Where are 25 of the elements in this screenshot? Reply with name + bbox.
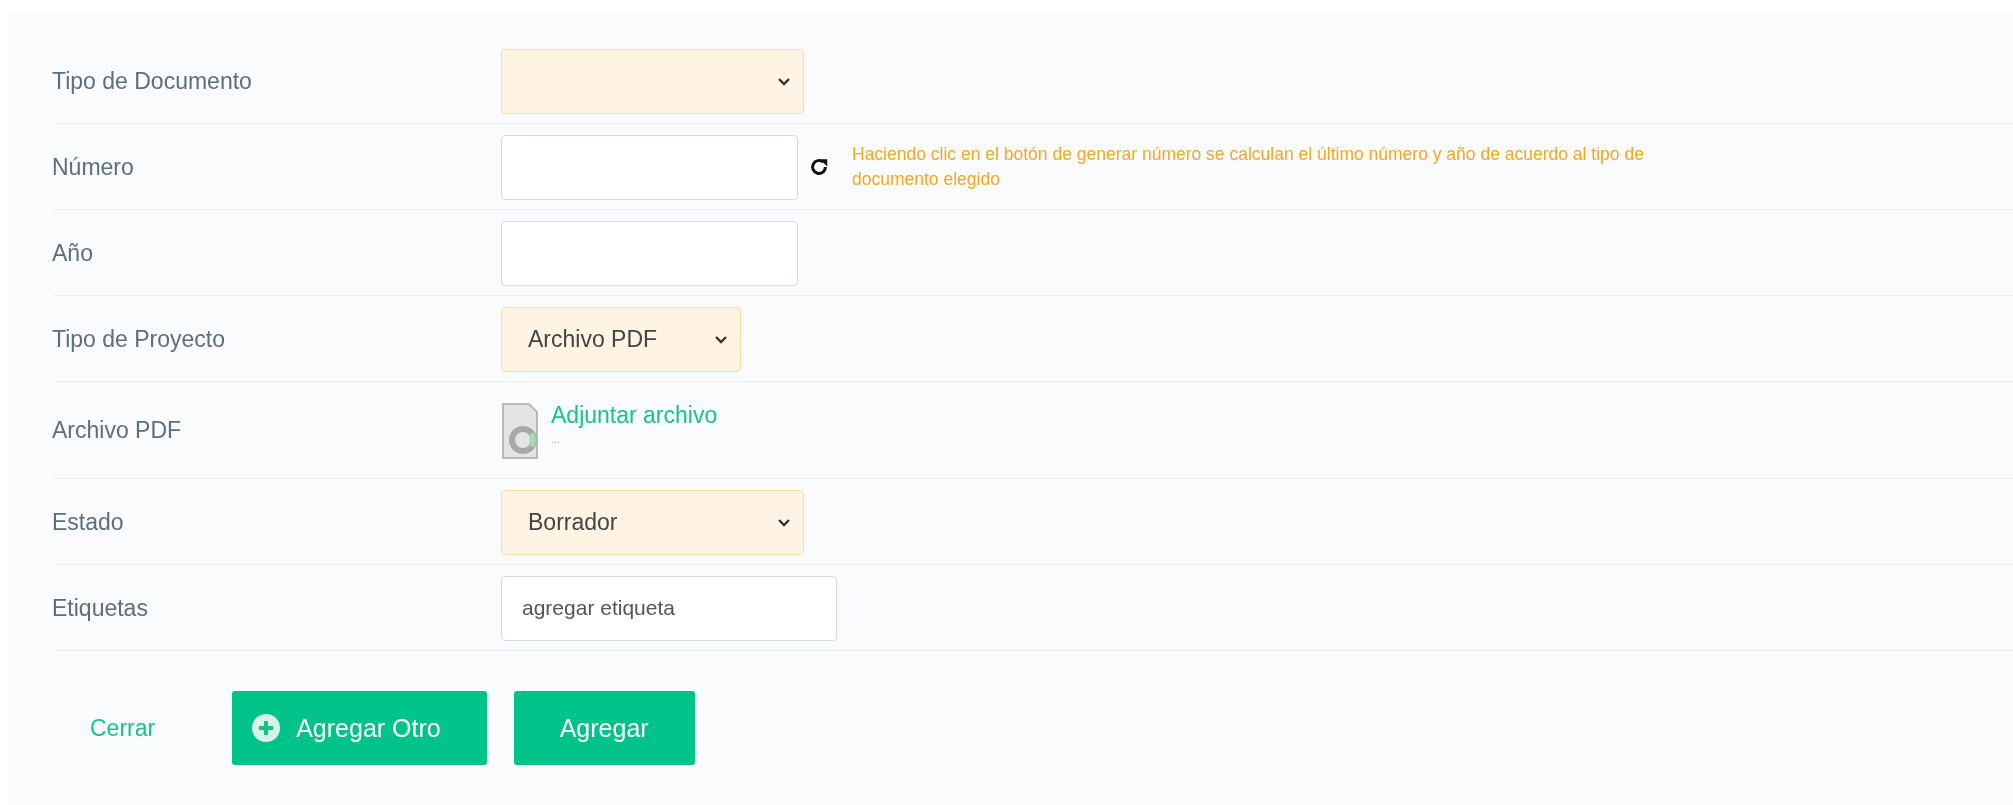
field-label: Tipo de Documento [52, 67, 253, 95]
add-button[interactable]: Agregar [513, 691, 695, 765]
file-icon [501, 401, 539, 460]
close-link[interactable]: Cerrar [90, 714, 156, 742]
select-field[interactable]: Borrador [501, 489, 804, 555]
chevron-down-icon [714, 334, 728, 344]
tag-input[interactable]: agregar etiqueta [501, 575, 837, 641]
field-label: Número [52, 153, 135, 181]
select-field[interactable] [501, 48, 804, 114]
field-label: Año [52, 239, 94, 267]
hint-text: Haciendo clic en el botón de generar número se calculan el último número y año de acuerdo al tipo de documento elegido [852, 143, 1645, 191]
input-field[interactable] [501, 134, 798, 200]
chevron-down-icon [777, 517, 791, 527]
add-another-button[interactable]: Agregar Otro [232, 691, 487, 765]
field-label: Archivo PDF [52, 417, 183, 444]
field-label: Estado [52, 508, 125, 536]
input-field[interactable] [501, 220, 798, 286]
select-field[interactable]: Archivo PDF [501, 306, 741, 372]
chevron-down-icon [777, 76, 791, 86]
field-label: Tipo de Proyecto [52, 325, 227, 353]
attach-file-link[interactable]: Adjuntar archivo [551, 402, 718, 429]
plus-circle-icon [252, 714, 281, 742]
field-label: Etiquetas [52, 594, 149, 622]
refresh-icon[interactable] [808, 156, 830, 178]
file-name: ... [551, 433, 562, 445]
